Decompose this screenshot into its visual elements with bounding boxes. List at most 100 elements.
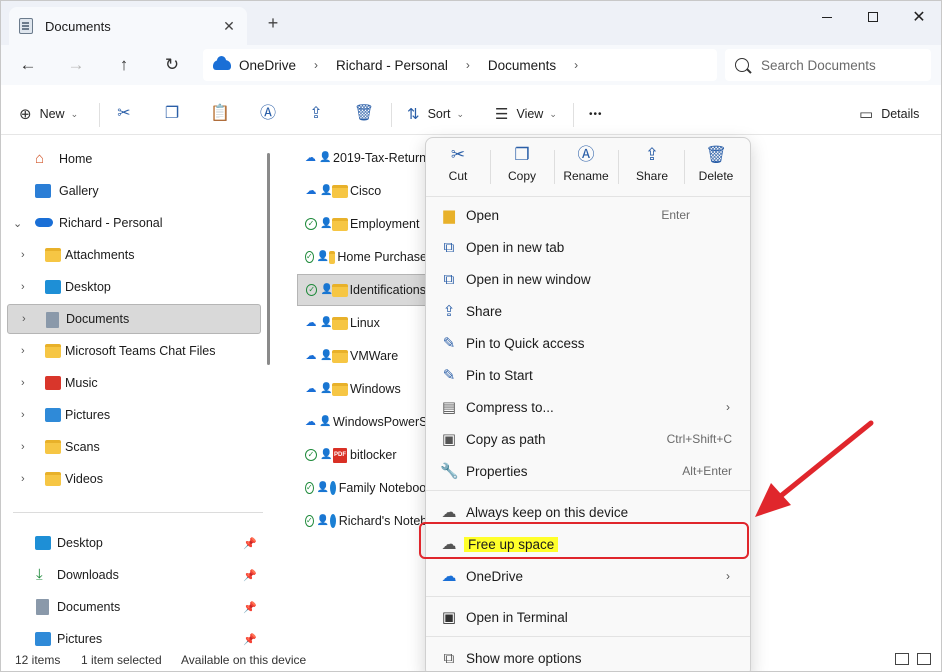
cloud-status-icon: ☁ [305,416,316,428]
breadcrumb-documents[interactable]: Documents [488,58,556,73]
file-name: Home Purchase [337,250,427,264]
chevron-right-icon[interactable]: › [21,249,25,261]
breadcrumb-separator[interactable]: › [466,58,470,72]
details-view-icon[interactable] [895,653,909,665]
menu-item-pin-quick-access[interactable]: ✎ Pin to Quick access [430,328,746,358]
sort-label: Sort [427,107,451,121]
refresh-button[interactable]: ↻ [159,53,185,77]
menu-item-open-in-new-tab[interactable]: ⧉ Open in new tab [430,232,746,262]
chevron-right-icon[interactable]: › [21,409,25,421]
chevron-right-icon[interactable]: › [21,441,25,453]
list-item-selected[interactable]: ✓ 👤 Identifications [297,274,427,306]
search-box[interactable] [725,49,931,81]
sidebar-item-documents[interactable]: › Documents [7,304,261,334]
tiles-view-icon[interactable] [917,653,931,665]
list-item[interactable]: ✓ 👤 Employment [297,210,427,238]
menu-item-share[interactable]: ⇪ Share [430,296,746,326]
list-item[interactable]: ✓ 👤 PDF bitlocker [297,441,427,469]
breadcrumb-richard-personal[interactable]: Richard - Personal [336,58,448,73]
pin-icon[interactable]: 📌 [243,633,257,646]
breadcrumb-onedrive[interactable]: OneDrive [239,58,296,73]
menu-item-show-more-options[interactable]: ⧉ Show more options [430,643,746,671]
context-cut-button[interactable]: ✂ Cut [428,144,488,192]
new-tab-button[interactable]: + [263,13,283,34]
list-item[interactable]: ☁ 👤 Windows [297,375,427,403]
chevron-down-icon[interactable]: ⌄ [13,217,22,230]
sidebar-item-desktop[interactable]: › Desktop [7,272,261,302]
share-toolbar-button[interactable]: ⇪ [303,101,329,127]
pin-icon[interactable]: 📌 [243,601,257,614]
more-options-button[interactable]: ••• [589,101,603,127]
sidebar-item-microsoft-teams-chat-files[interactable]: › Microsoft Teams Chat Files [7,336,261,366]
tab-close-icon[interactable]: ✕ [221,18,237,35]
rename-icon: Ⓐ [577,145,595,164]
sidebar-item-scans[interactable]: › Scans [7,432,261,462]
quick-access-documents[interactable]: Documents 📌 [7,592,261,622]
view-button[interactable]: ☰ View ⌄ [495,101,557,127]
list-item[interactable]: ☁ 👤 VMWare [297,342,427,370]
quick-action-label: Rename [563,169,609,183]
shared-person-icon: 👤 [320,284,333,295]
pin-icon[interactable]: 📌 [243,537,257,550]
list-item[interactable]: ✓ 👤 Richard's Notebook [297,507,427,535]
context-copy-button[interactable]: ❐ Copy [492,144,552,192]
context-share-button[interactable]: ⇪ Share [622,144,682,192]
maximize-button[interactable] [851,5,895,29]
sidebar-item-richard-personal[interactable]: ⌄ Richard - Personal [7,208,261,238]
up-button[interactable]: ↑ [111,53,137,77]
menu-item-open-in-terminal[interactable]: ▣ Open in Terminal [430,602,746,632]
cut-toolbar-button[interactable]: ✂ [111,101,137,127]
new-button[interactable]: ⊕ New ⌄ [19,101,78,127]
paste-toolbar-button[interactable]: 📋 [207,101,233,127]
menu-shortcut: Enter [661,208,690,222]
quick-access-desktop[interactable]: Desktop 📌 [7,528,261,558]
shared-person-icon: 👤 [320,449,333,460]
menu-item-open[interactable]: ▆ Open Enter [430,200,746,230]
sidebar-item-gallery[interactable]: Gallery [7,176,261,206]
address-bar[interactable]: OneDrive › Richard - Personal › Document… [203,49,717,81]
chevron-right-icon[interactable]: › [21,281,25,293]
menu-item-open-in-new-window[interactable]: ⧉ Open in new window [430,264,746,294]
list-item[interactable]: ☁ 👤 Cisco [297,177,427,205]
sort-button[interactable]: ⇅ Sort ⌄ [407,101,464,127]
sidebar-item-pictures[interactable]: › Pictures [7,400,261,430]
breadcrumb-separator[interactable]: › [314,58,318,72]
chevron-right-icon[interactable]: › [21,345,25,357]
delete-toolbar-button[interactable]: 🗑 [351,101,377,127]
sidebar-divider [13,512,263,513]
list-item[interactable]: ☁ 👤 2019-Tax-Returns [297,144,427,172]
list-item[interactable]: ☁ 👤 Linux [297,309,427,337]
onedrive-icon [213,56,231,70]
minimize-button[interactable] [805,5,849,29]
context-rename-button[interactable]: Ⓐ Rename [556,144,616,192]
tab-documents[interactable]: Documents ✕ [9,7,247,45]
rename-toolbar-button[interactable]: Ⓐ [255,101,281,127]
list-item[interactable]: ☁ 👤 WindowsPowerShell [297,408,427,436]
search-input[interactable] [761,57,931,73]
copy-toolbar-button[interactable]: ❐ [159,101,185,127]
context-delete-button[interactable]: 🗑 Delete [686,144,746,192]
menu-item-properties[interactable]: 🔧 Properties Alt+Enter [430,456,746,486]
menu-item-copy-as-path[interactable]: ▣ Copy as path Ctrl+Shift+C [430,424,746,454]
sidebar-item-attachments[interactable]: › Attachments [7,240,261,270]
back-button[interactable]: ← [15,53,41,77]
menu-item-compress[interactable]: ▤ Compress to... › [430,392,746,422]
quick-access-downloads[interactable]: ⤓ Downloads 📌 [7,560,261,590]
forward-button[interactable]: → [63,53,89,77]
sidebar-item-label: Music [65,376,98,390]
chevron-right-icon[interactable]: › [21,377,25,389]
sidebar-item-videos[interactable]: › Videos [7,464,261,494]
pin-icon[interactable]: 📌 [243,569,257,582]
breadcrumb-separator[interactable]: › [574,58,578,72]
chevron-right-icon[interactable]: › [21,473,25,485]
menu-item-pin-to-start[interactable]: ✎ Pin to Start [430,360,746,390]
chevron-right-icon[interactable]: › [22,313,26,325]
menu-item-onedrive[interactable]: ☁ OneDrive › [430,561,746,591]
list-item[interactable]: ✓ 👤 Family Notebook [297,474,427,502]
close-button[interactable]: ✕ [897,5,941,29]
sidebar-scrollbar[interactable] [267,153,270,365]
list-item[interactable]: ✓ 👤 Home Purchase [297,243,427,271]
sidebar-item-home[interactable]: ⌂ Home [7,144,261,174]
details-button[interactable]: ▭ Details [859,101,919,127]
sidebar-item-music[interactable]: › Music [7,368,261,398]
